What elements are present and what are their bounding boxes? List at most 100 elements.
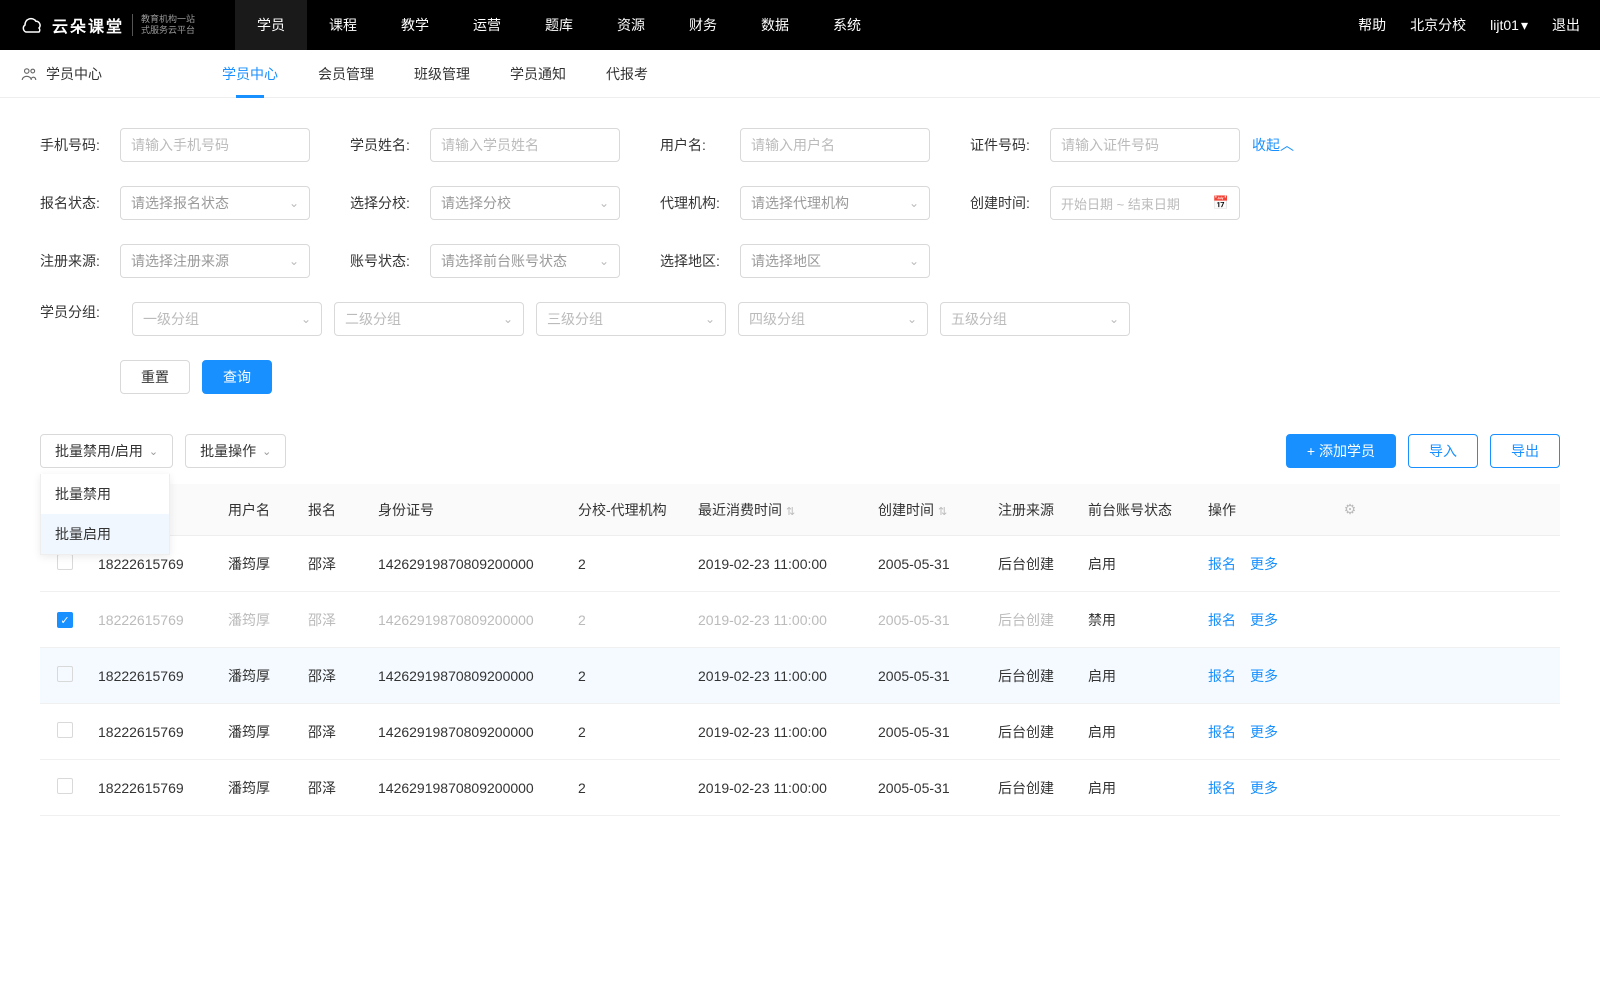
col-username[interactable]: 用户名 [220, 500, 300, 520]
col-id[interactable]: 身份证号 [370, 500, 570, 520]
table-row[interactable]: 18222615769潘筠厚邵泽142629198708092000002201… [40, 648, 1560, 704]
user-menu[interactable]: lijt01▾ [1490, 17, 1528, 34]
brand-tagline: 教育机构一站 式服务云平台 [132, 14, 195, 36]
help-link[interactable]: 帮助 [1358, 15, 1386, 35]
branch-link[interactable]: 北京分校 [1410, 15, 1466, 35]
cell-id: 14262919870809200000 [370, 780, 570, 796]
logout-link[interactable]: 退出 [1552, 15, 1580, 35]
batch-toggle-dropdown[interactable]: 批量禁用/启用⌄ [40, 434, 173, 468]
row-more-link[interactable]: 更多 [1250, 724, 1278, 740]
chevron-down-icon: ⌄ [1109, 312, 1119, 326]
sub-nav-item-班级管理[interactable]: 班级管理 [414, 50, 470, 98]
collapse-toggle[interactable]: 收起 ︿ [1252, 135, 1294, 155]
sub-nav: 学员中心 学员中心会员管理班级管理学员通知代报考 [0, 50, 1600, 98]
chevron-down-icon: ⌄ [149, 445, 158, 458]
cell-id: 14262919870809200000 [370, 556, 570, 572]
chevron-down-icon: ⌄ [599, 254, 609, 268]
nav-item-教学[interactable]: 教学 [379, 0, 451, 50]
batch-op-dropdown[interactable]: 批量操作⌄ [185, 434, 286, 468]
export-button[interactable]: 导出 [1490, 434, 1560, 468]
sub-nav-item-学员中心[interactable]: 学员中心 [222, 50, 278, 98]
regstatus-select[interactable]: 请选择报名状态⌄ [120, 186, 310, 220]
nav-item-课程[interactable]: 课程 [307, 0, 379, 50]
col-create[interactable]: 创建时间⇅ [870, 500, 990, 520]
row-more-link[interactable]: 更多 [1250, 556, 1278, 572]
nav-item-财务[interactable]: 财务 [667, 0, 739, 50]
row-more-link[interactable]: 更多 [1250, 612, 1278, 628]
group-label: 学员分组: [40, 302, 120, 336]
gear-icon[interactable]: ⚙ [1344, 501, 1357, 517]
row-reg-link[interactable]: 报名 [1208, 780, 1236, 796]
row-reg-link[interactable]: 报名 [1208, 668, 1236, 684]
cell-create: 2005-05-31 [870, 668, 990, 684]
import-button[interactable]: 导入 [1408, 434, 1478, 468]
username-input[interactable] [740, 128, 930, 162]
row-more-link[interactable]: 更多 [1250, 668, 1278, 684]
phone-input[interactable] [120, 128, 310, 162]
sub-nav-item-学员通知[interactable]: 学员通知 [510, 50, 566, 98]
row-reg-link[interactable]: 报名 [1208, 556, 1236, 572]
nav-item-题库[interactable]: 题库 [523, 0, 595, 50]
group-lv5-select[interactable]: 五级分组⌄ [940, 302, 1130, 336]
table-body: 18222615769潘筠厚邵泽142629198708092000002201… [40, 536, 1560, 816]
logo: 云朵课堂 教育机构一站 式服务云平台 [20, 13, 195, 37]
agency-select[interactable]: 请选择代理机构⌄ [740, 186, 930, 220]
nav-item-数据[interactable]: 数据 [739, 0, 811, 50]
action-bar: 批量禁用/启用⌄ 批量操作⌄ 批量禁用 批量启用 + 添加学员 导入 导出 [0, 434, 1600, 484]
col-source[interactable]: 注册来源 [990, 500, 1080, 520]
cell-branch: 2 [570, 724, 690, 740]
group-lv2-select[interactable]: 二级分组⌄ [334, 302, 524, 336]
cell-username: 潘筠厚 [220, 778, 300, 798]
col-reg[interactable]: 报名 [300, 500, 370, 520]
add-student-button[interactable]: + 添加学员 [1286, 434, 1396, 468]
regsource-select[interactable]: 请选择注册来源⌄ [120, 244, 310, 278]
idno-input[interactable] [1050, 128, 1240, 162]
batch-enable-item[interactable]: 批量启用 [41, 514, 169, 554]
row-more-link[interactable]: 更多 [1250, 780, 1278, 796]
col-consume[interactable]: 最近消费时间⇅ [690, 500, 870, 520]
cell-phone: 18222615769 [90, 780, 220, 796]
createtime-label: 创建时间: [970, 193, 1050, 213]
row-reg-link[interactable]: 报名 [1208, 612, 1236, 628]
nav-item-系统[interactable]: 系统 [811, 0, 883, 50]
sub-nav-item-代报考[interactable]: 代报考 [606, 50, 648, 98]
group-lv3-select[interactable]: 三级分组⌄ [536, 302, 726, 336]
row-checkbox[interactable]: ✓ [57, 612, 73, 628]
batch-disable-item[interactable]: 批量禁用 [41, 474, 169, 514]
chevron-down-icon: ⌄ [289, 254, 299, 268]
chevron-down-icon: ⌄ [301, 312, 311, 326]
region-select[interactable]: 请选择地区⌄ [740, 244, 930, 278]
cell-username: 潘筠厚 [220, 610, 300, 630]
col-status[interactable]: 前台账号状态 [1080, 500, 1200, 520]
createtime-range[interactable]: 开始日期 ~ 结束日期📅 [1050, 186, 1240, 220]
branch-select[interactable]: 请选择分校⌄ [430, 186, 620, 220]
top-nav: 云朵课堂 教育机构一站 式服务云平台 学员课程教学运营题库资源财务数据系统 帮助… [0, 0, 1600, 50]
acctstatus-select[interactable]: 请选择前台账号状态⌄ [430, 244, 620, 278]
row-checkbox[interactable] [57, 778, 73, 794]
query-button[interactable]: 查询 [202, 360, 272, 394]
branch-label: 选择分校: [350, 193, 430, 213]
row-reg-link[interactable]: 报名 [1208, 724, 1236, 740]
sub-nav-title: 学员中心 [20, 64, 102, 84]
sub-nav-item-会员管理[interactable]: 会员管理 [318, 50, 374, 98]
row-checkbox[interactable] [57, 666, 73, 682]
table-row[interactable]: 18222615769潘筠厚邵泽142629198708092000002201… [40, 760, 1560, 816]
nav-item-运营[interactable]: 运营 [451, 0, 523, 50]
nav-item-学员[interactable]: 学员 [235, 0, 307, 50]
table-row[interactable]: 18222615769潘筠厚邵泽142629198708092000002201… [40, 536, 1560, 592]
reset-button[interactable]: 重置 [120, 360, 190, 394]
nav-item-资源[interactable]: 资源 [595, 0, 667, 50]
cell-reg: 邵泽 [300, 666, 370, 686]
cell-source: 后台创建 [990, 778, 1080, 798]
table-row[interactable]: 18222615769潘筠厚邵泽142629198708092000002201… [40, 704, 1560, 760]
col-action: 操作 [1200, 500, 1330, 520]
calendar-icon: 📅 [1213, 195, 1229, 211]
table-row[interactable]: ✓18222615769潘筠厚邵泽14262919870809200000220… [40, 592, 1560, 648]
row-checkbox[interactable] [57, 722, 73, 738]
cell-create: 2005-05-31 [870, 724, 990, 740]
col-branch[interactable]: 分校-代理机构 [570, 500, 690, 520]
row-checkbox[interactable] [57, 554, 73, 570]
group-lv4-select[interactable]: 四级分组⌄ [738, 302, 928, 336]
name-input[interactable] [430, 128, 620, 162]
group-lv1-select[interactable]: 一级分组⌄ [132, 302, 322, 336]
